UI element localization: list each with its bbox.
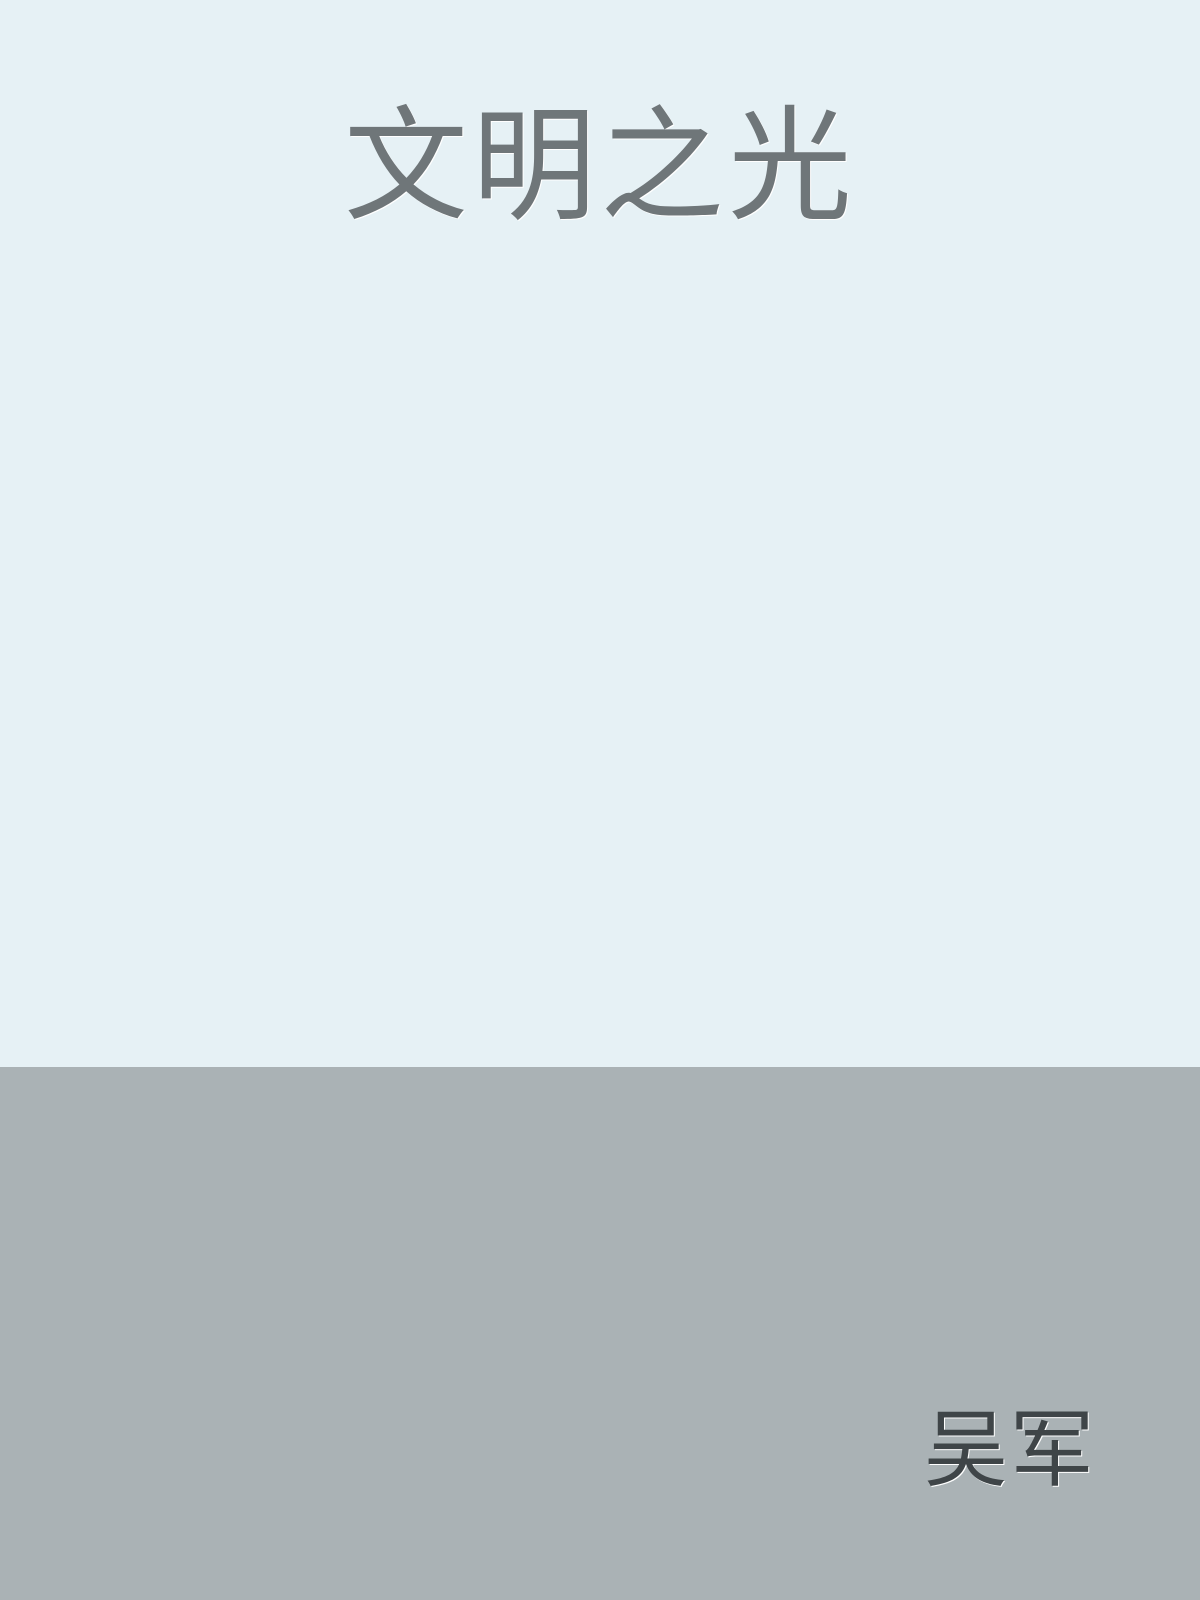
book-title: 文明之光 (343, 95, 856, 239)
cover-top-panel: 文明之光 (0, 0, 1200, 1067)
book-author: 吴军 (923, 1401, 1096, 1499)
book-cover: 文明之光 吴军 (0, 0, 1200, 1600)
cover-bottom-panel (0, 1067, 1200, 1600)
